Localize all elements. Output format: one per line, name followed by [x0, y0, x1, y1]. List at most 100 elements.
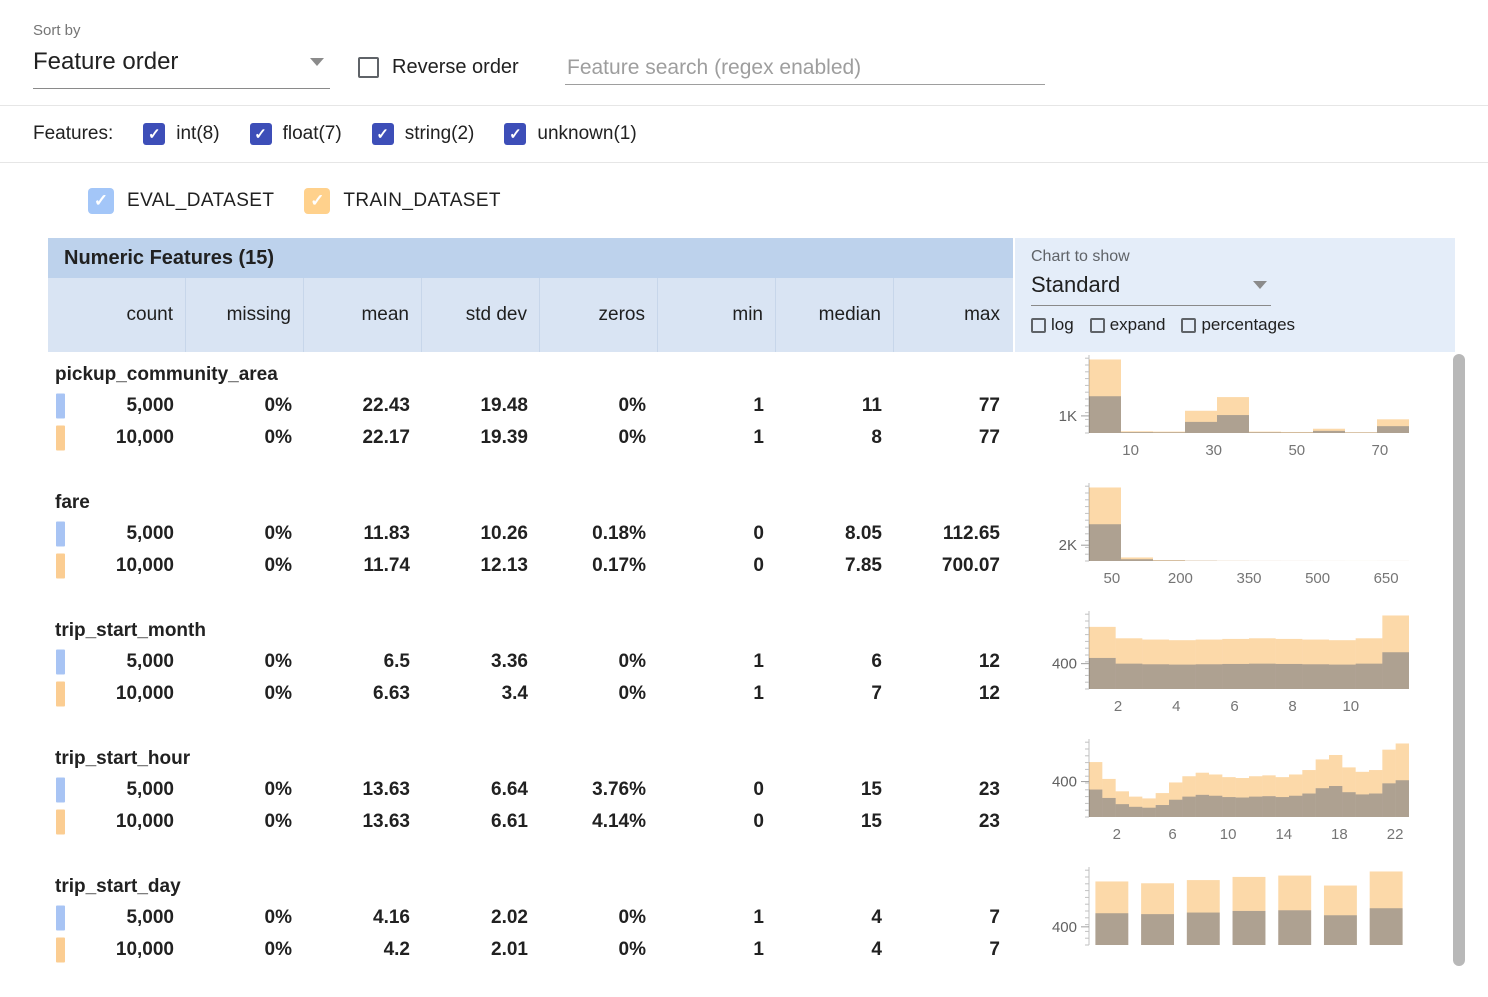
stat-cell-min: 0: [658, 523, 776, 545]
histogram-svg: 2K50200350500650: [1013, 480, 1455, 608]
sort-by-label: Sort by: [33, 22, 81, 39]
stat-cell-median: 15: [776, 779, 894, 801]
stat-cell-missing: 0%: [186, 811, 304, 833]
stat-row-train: 10,0000%22.1719.390%1877: [48, 422, 1013, 454]
stat-cell-mean: 4.16: [304, 907, 422, 929]
column-header-std-dev[interactable]: std dev: [422, 278, 540, 352]
checkbox-checked-icon: ✓: [250, 123, 272, 145]
scrollbar-thumb[interactable]: [1453, 354, 1465, 966]
histogram-bar-train: [1329, 640, 1356, 689]
histogram-bar-train: [1116, 638, 1143, 689]
column-header-min[interactable]: min: [658, 278, 776, 352]
histogram-bar-train: [1281, 432, 1313, 433]
sort-by-value: Feature order: [33, 48, 178, 76]
histogram-bar-train: [1302, 770, 1315, 817]
histogram-bar-train: [1156, 793, 1169, 817]
feature-name: pickup_community_area: [48, 352, 1013, 390]
feature-type-filter-int[interactable]: ✓int(8): [143, 123, 219, 145]
feature-type-label: unknown(1): [537, 123, 636, 145]
stat-cell-count: 10,000: [48, 811, 186, 833]
feature-type-filter-unknown[interactable]: ✓unknown(1): [504, 123, 636, 145]
column-header-zeros[interactable]: zeros: [540, 278, 658, 352]
column-header-max[interactable]: max: [894, 278, 1012, 352]
stat-cell-std-dev: 3.36: [422, 651, 540, 673]
histogram-bar-train: [1222, 777, 1235, 817]
stat-cell-max: 77: [894, 427, 1012, 449]
sort-by-select[interactable]: Feature order: [33, 48, 330, 89]
x-axis-tick-label: 50: [1104, 570, 1121, 587]
feature-histogram[interactable]: 4002610141822: [1013, 736, 1455, 864]
vertical-scrollbar: [1452, 352, 1466, 968]
dataset-swatch: [56, 522, 65, 547]
y-axis-tick-label: 1K: [1059, 408, 1077, 425]
histogram-bar-train: [1095, 881, 1128, 945]
log-checkbox[interactable]: log: [1031, 315, 1074, 335]
chevron-down-icon: [310, 58, 324, 66]
x-axis-tick-label: 6: [1168, 826, 1176, 843]
stat-cell-min: 1: [658, 651, 776, 673]
histogram-bar-train: [1249, 432, 1281, 433]
dataset-swatch: [56, 906, 65, 931]
stat-cell-min: 1: [658, 395, 776, 417]
histogram-bar-train: [1222, 639, 1249, 689]
stat-cell-zeros: 0%: [540, 427, 658, 449]
checkbox-checked-icon: ✓: [372, 123, 394, 145]
feature-type-filter-float[interactable]: ✓float(7): [250, 123, 342, 145]
feature-histogram[interactable]: 2K50200350500650: [1013, 480, 1455, 608]
y-axis-tick-label: 400: [1052, 656, 1077, 673]
column-header-count[interactable]: count: [48, 278, 186, 352]
histogram-bar-train: [1187, 880, 1220, 945]
column-header-mean[interactable]: mean: [304, 278, 422, 352]
dataset-toggle-train[interactable]: ✓TRAIN_DATASET: [304, 188, 501, 214]
dataset-swatch: [56, 810, 65, 835]
histogram-bar-train: [1276, 777, 1289, 817]
toggle-label: log: [1051, 315, 1074, 335]
feature-type-filter-string[interactable]: ✓ string(2): [372, 123, 475, 145]
x-axis-tick-label: 70: [1372, 442, 1389, 459]
dataset-swatch: [56, 682, 65, 707]
feature-histogram[interactable]: 400246810: [1013, 608, 1455, 736]
feature-histogram[interactable]: 1K10305070: [1013, 352, 1455, 480]
feature-search-input[interactable]: [565, 52, 1045, 85]
stat-cell-std-dev: 6.61: [422, 811, 540, 833]
toolbar: Sort by Feature order Reverse order: [0, 0, 1488, 105]
x-axis-tick-label: 10: [1220, 826, 1237, 843]
histogram-bar-train: [1169, 782, 1182, 817]
stat-cell-count: 10,000: [48, 555, 186, 577]
dataset-swatch: [56, 650, 65, 675]
x-axis-tick-label: 10: [1122, 442, 1139, 459]
reverse-order-label: Reverse order: [392, 56, 519, 79]
y-axis-tick-label: 400: [1052, 919, 1077, 936]
feature-histogram[interactable]: 400: [1013, 864, 1455, 992]
histogram-bar-train: [1142, 798, 1155, 817]
stat-cell-std-dev: 12.13: [422, 555, 540, 577]
chevron-down-icon: [1253, 281, 1267, 289]
histogram-bar-train: [1141, 883, 1174, 945]
expand-checkbox[interactable]: expand: [1090, 315, 1166, 335]
stat-cell-std-dev: 2.01: [422, 939, 540, 961]
feature-type-label: string(2): [405, 123, 475, 145]
stat-cell-min: 1: [658, 907, 776, 929]
histogram-bar-train: [1153, 560, 1185, 561]
stat-row-eval: 5,0000%22.4319.480%11177: [48, 390, 1013, 422]
column-header-median[interactable]: median: [776, 278, 894, 352]
stat-row-eval: 5,0000%13.636.643.76%01523: [48, 774, 1013, 806]
stat-cell-count: 5,000: [48, 523, 186, 545]
histogram-bar-train: [1289, 774, 1302, 817]
reverse-order-checkbox[interactable]: Reverse order: [358, 56, 519, 79]
stat-cell-zeros: 0%: [540, 907, 658, 929]
histogram-bar-train: [1370, 871, 1403, 945]
stat-cell-min: 0: [658, 779, 776, 801]
dataset-label: TRAIN_DATASET: [343, 190, 501, 212]
column-header-missing[interactable]: missing: [186, 278, 304, 352]
stat-cell-zeros: 3.76%: [540, 779, 658, 801]
chart-type-select[interactable]: Standard: [1031, 272, 1271, 306]
dataset-toggle-eval[interactable]: ✓EVAL_DATASET: [88, 188, 274, 214]
numeric-features-title: Numeric Features (15): [48, 238, 1013, 278]
histogram-bar-train: [1116, 791, 1129, 817]
stat-cell-median: 11: [776, 395, 894, 417]
percentages-checkbox[interactable]: percentages: [1181, 315, 1295, 335]
stat-cell-min: 1: [658, 939, 776, 961]
stat-cell-mean: 22.17: [304, 427, 422, 449]
stat-cell-median: 7: [776, 683, 894, 705]
